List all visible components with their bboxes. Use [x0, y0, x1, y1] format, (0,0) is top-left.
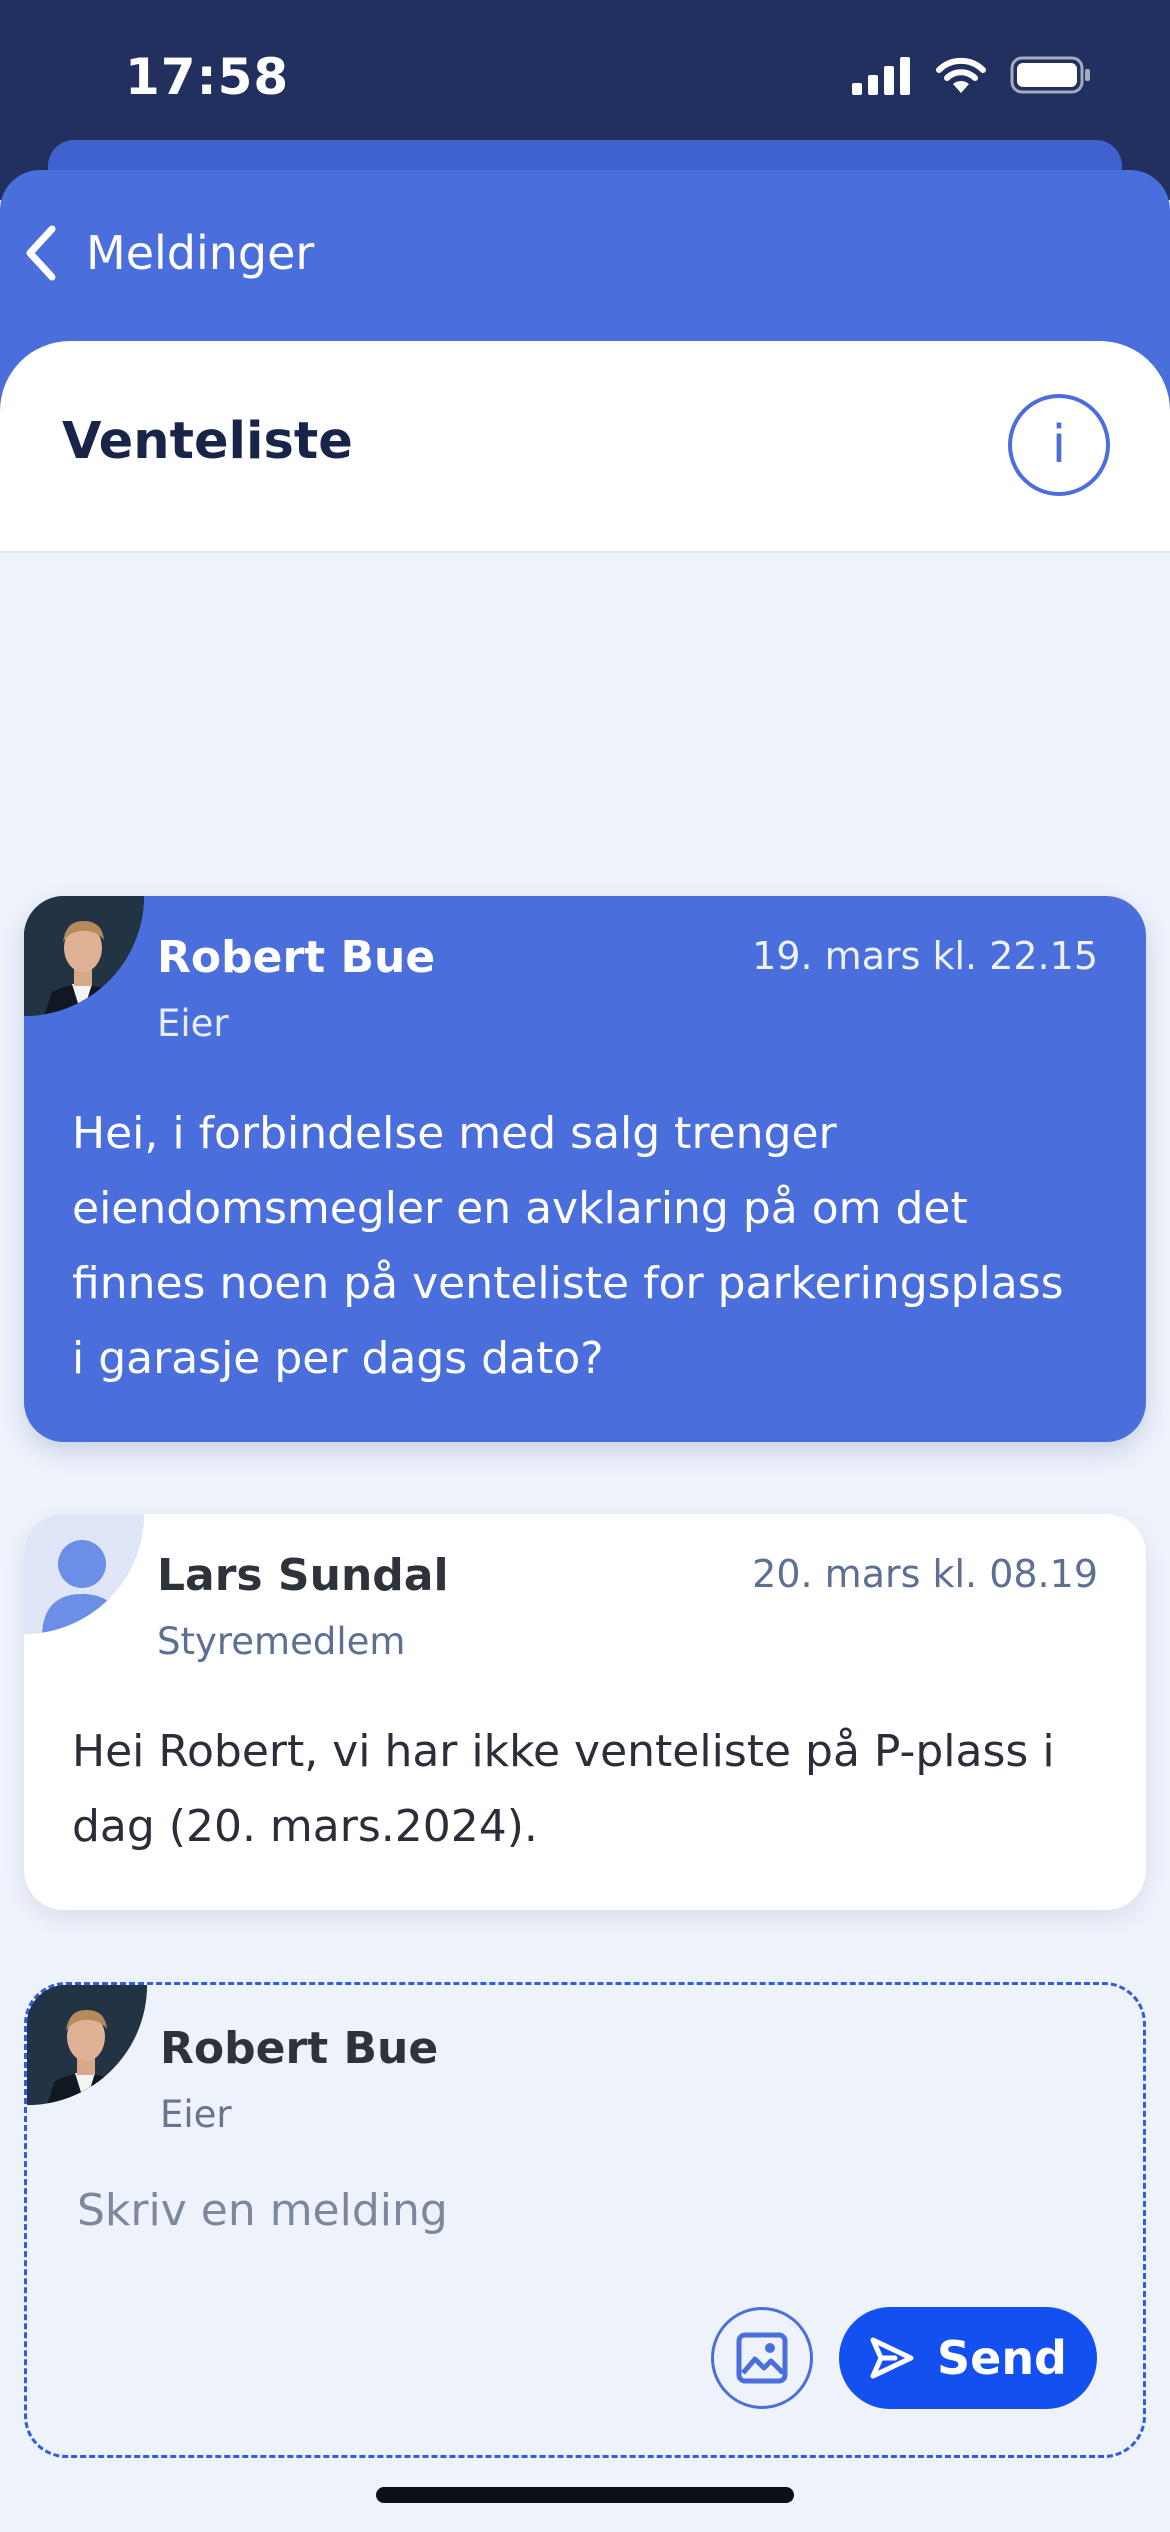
attach-image-button[interactable]	[711, 2307, 813, 2409]
page-title: Venteliste	[62, 412, 353, 471]
person-placeholder-icon	[24, 1514, 144, 1634]
message-timestamp: 20. mars kl. 08.19	[752, 1552, 1098, 1596]
message-author: Robert Bue	[157, 932, 436, 983]
message-author-role: Eier	[157, 1002, 229, 1045]
avatar	[24, 896, 144, 1016]
wifi-icon	[936, 57, 986, 93]
message-bubble-other: Lars Sundal Styremedlem 20. mars kl. 08.…	[24, 1514, 1146, 1910]
status-time: 17:58	[125, 48, 290, 106]
composer-author: Robert Bue	[160, 2023, 439, 2074]
battery-icon	[1010, 56, 1090, 94]
chevron-left-icon	[26, 225, 56, 281]
avatar	[24, 1514, 144, 1634]
message-text: Hei Robert, vi har ikke venteliste på P-…	[72, 1726, 1055, 1852]
chat-screen: 17:58 Meldinger Venteliste i Robert Bue …	[0, 0, 1170, 2532]
avatar	[27, 1985, 147, 2105]
message-bubble-own: Robert Bue Eier 19. mars kl. 22.15 Hei, …	[24, 896, 1146, 1442]
back-button[interactable]: Meldinger	[22, 218, 314, 288]
avatar-photo-icon	[24, 896, 144, 1016]
status-icons	[852, 52, 1092, 98]
avatar-photo-icon	[27, 1985, 147, 2105]
message-text: Hei, i forbindelse med salg trenger eien…	[72, 1108, 1064, 1384]
message-input[interactable]	[77, 2175, 1077, 2245]
back-label: Meldinger	[86, 226, 315, 280]
home-indicator[interactable]	[376, 2487, 794, 2503]
info-button[interactable]: i	[1008, 394, 1110, 496]
info-icon: i	[1051, 415, 1067, 475]
message-composer: Robert Bue Eier Send	[24, 1982, 1146, 2458]
send-icon	[870, 2337, 914, 2379]
send-label: Send	[936, 2331, 1067, 2385]
image-icon	[736, 2332, 788, 2384]
message-timestamp: 19. mars kl. 22.15	[752, 934, 1098, 978]
composer-author-role: Eier	[160, 2093, 232, 2136]
message-author: Lars Sundal	[157, 1550, 449, 1601]
message-author-role: Styremedlem	[157, 1620, 406, 1663]
cellular-signal-icon	[852, 57, 910, 95]
send-button[interactable]: Send	[839, 2307, 1097, 2409]
